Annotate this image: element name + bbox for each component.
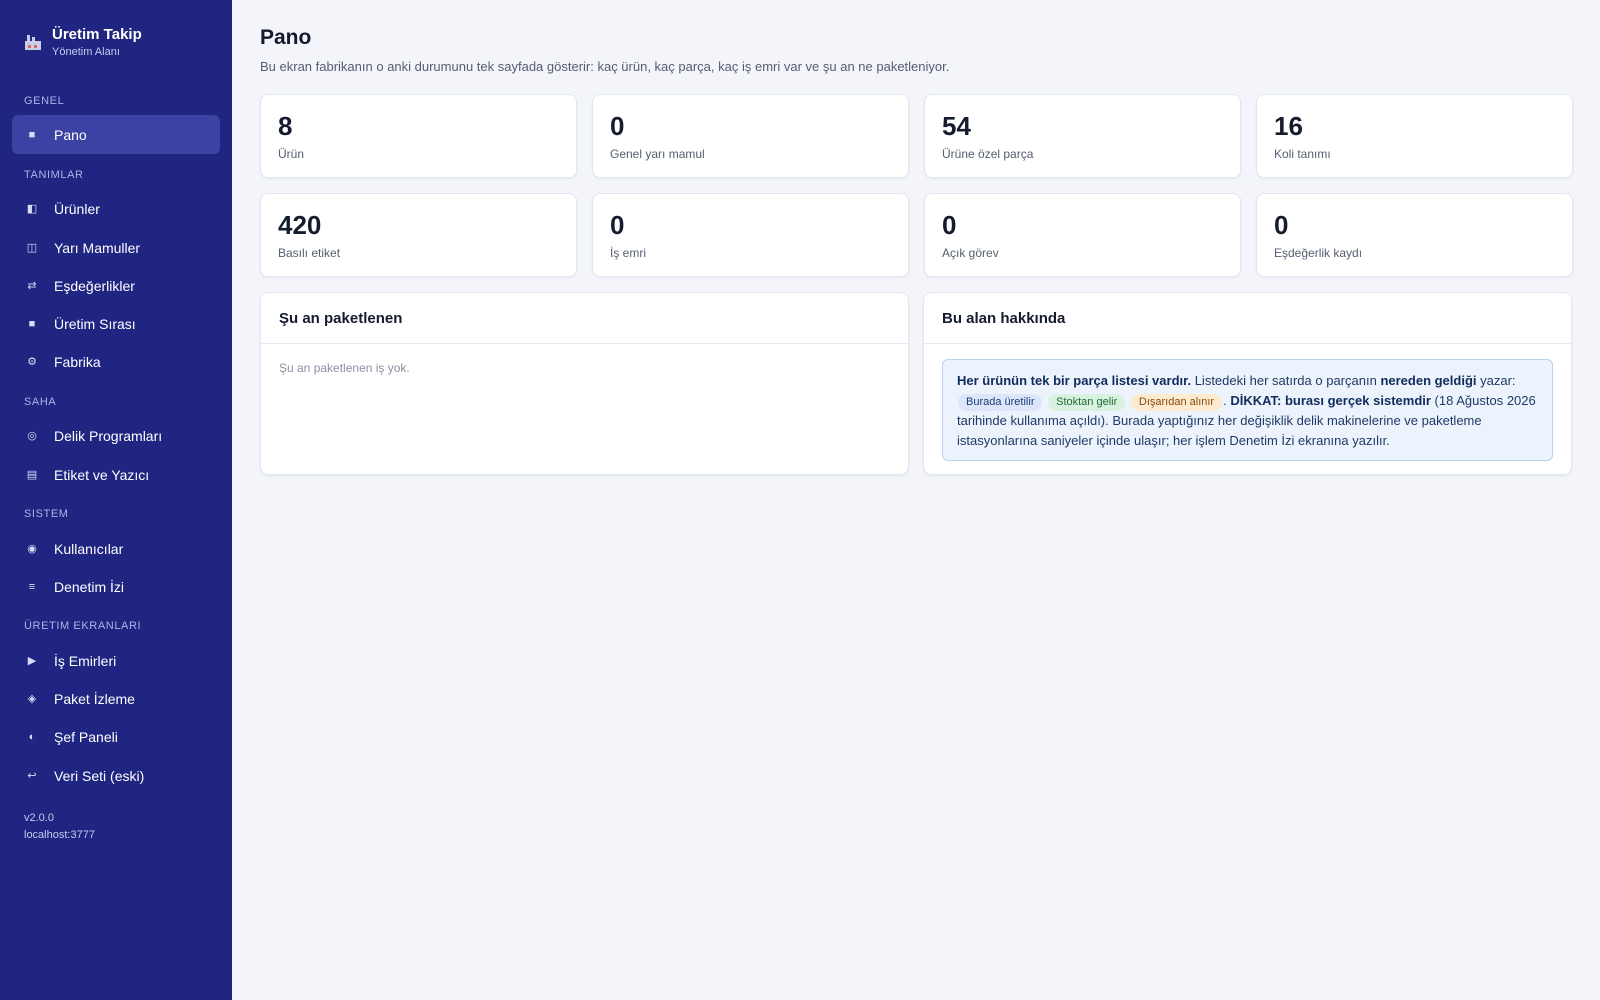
drill-icon: ◎ [27,430,37,442]
info-text: Listedeki her satırda o parçanın [1191,373,1381,388]
stat-label: Ürüne özel parça [942,147,1034,161]
sidebar-item-pano[interactable]: ■ Pano [12,115,220,154]
stat-value: 16 [1274,111,1303,141]
sidebar-item-esdegerlikler[interactable]: ⇄ Eşdeğerlikler [12,266,220,305]
stat-card: 0 Genel yarı mamul [592,94,909,178]
stat-card: 54 Ürüne özel parça [924,94,1241,178]
sidebar-item-denetim-izi[interactable]: ≡ Denetim İzi [12,567,220,606]
sidebar-item-is-emirleri[interactable]: ▶ İş Emirleri [12,641,220,680]
sidebar-item-label: Paket İzleme [54,690,135,707]
host-address: localhost:3777 [24,829,95,841]
sidebar-item-label: Yarı Mamuller [54,239,141,256]
version-info: v2.0.0 localhost:3777 [24,810,95,844]
stat-label: Koli tanımı [1274,147,1331,161]
nav-section-genel: Genel [24,95,65,107]
page-description: Bu ekran fabrikanın o anki durumunu tek … [260,59,950,74]
stat-value: 420 [278,210,322,240]
sidebar-item-label: Eşdeğerlikler [54,277,135,294]
user-icon: ◉ [27,543,37,555]
nav-section-tanimlar: Tanımlar [24,169,84,181]
sidebar-item-label: Şef Paneli [54,728,118,745]
packing-panel: Şu an paketlenen Şu an paketlenen iş yok… [260,292,909,475]
sidebar-item-label: Etiket ve Yazıcı [54,466,150,483]
sidebar-item-yari-mamuller[interactable]: ◫ Yarı Mamuller [12,228,220,267]
sidebar-item-label: Kullanıcılar [54,540,124,557]
sidebar-item-label: Üretim Sırası [54,315,136,332]
sidebar-item-urunler[interactable]: ◧ Ürünler [12,189,220,228]
info-strong: nereden geldiği [1380,373,1477,388]
info-warning: DİKKAT: burası gerçek sistemdir [1230,393,1431,408]
sidebar-item-etiket-yazici[interactable]: ▤ Etiket ve Yazıcı [12,455,220,494]
stat-label: İş emri [610,246,646,260]
sidebar-item-kullanicilar[interactable]: ◉ Kullanıcılar [12,529,220,568]
list-icon: ≡ [28,580,36,593]
stat-label: Basılı etiket [278,246,341,260]
brand[interactable]: Üretim Takip Yönetim Alanı [24,26,142,58]
sidebar-item-label: Pano [54,126,87,143]
source-badge-produced: Burada üretilir [958,394,1043,411]
stat-value: 0 [942,210,957,240]
stat-value: 8 [278,111,293,141]
stat-label: Açık görev [942,246,999,260]
stat-value: 54 [942,111,971,141]
nav-section-saha: Saha [24,396,57,408]
gear-icon: ⚙ [27,356,37,368]
stat-value: 0 [1274,210,1289,240]
nav-section-uretim-ekranlari: Üretim Ekranları [24,620,142,632]
stat-card: 0 İş emri [592,193,909,277]
stat-card: 16 Koli tanımı [1256,94,1573,178]
sidebar-item-label: Veri Seti (eski) [54,767,145,784]
sidebar-item-label: Delik Programları [54,427,163,444]
stat-label: Eşdeğerlik kaydı [1274,246,1363,260]
play-icon: ▶ [27,655,37,667]
sidebar-item-sef-paneli[interactable]: ◐ Şef Paneli [12,717,220,756]
product-icon: ◧ [26,203,38,215]
info-callout: Her ürünün tek bir parça listesi vardır.… [942,359,1553,461]
info-text: yazar: [1476,373,1516,388]
brand-title: Üretim Takip [52,26,142,43]
nav-section-sistem: Sistem [24,508,69,520]
label-icon: ▤ [26,469,38,481]
sidebar-item-uretim-sirasi[interactable]: ■ Üretim Sırası [12,304,220,343]
stat-card: 0 Açık görev [924,193,1241,277]
sequence-icon: ■ [28,317,36,330]
stat-value: 0 [610,210,625,240]
page-title: Pano [260,26,312,49]
back-arrow-icon: ↩ [27,770,37,782]
dashboard-icon: ■ [28,128,36,141]
half-circle-icon: ◐ [28,730,36,743]
panel-title: Şu an paketlenen [261,293,908,344]
sidebar-item-label: Denetim İzi [54,578,125,595]
sidebar-item-fabrika[interactable]: ⚙ Fabrika [12,342,220,381]
version-number: v2.0.0 [24,812,54,824]
stat-card: 8 Ürün [260,94,577,178]
stat-label: Genel yarı mamul [610,147,705,161]
sidebar-item-paket-izleme[interactable]: ◈ Paket İzleme [12,679,220,718]
swap-icon: ⇄ [27,280,37,292]
factory-icon [24,34,42,52]
source-badge-stock: Stoktan gelir [1048,394,1126,411]
brand-subtitle: Yönetim Alanı [52,46,120,58]
stat-label: Ürün [278,147,305,161]
sidebar-item-veri-seti[interactable]: ↩ Veri Seti (eski) [12,756,220,795]
about-panel: Bu alan hakkında Her ürünün tek bir parç… [923,292,1572,475]
sidebar-item-delik-programlari[interactable]: ◎ Delik Programları [12,416,220,455]
stat-card: 420 Basılı etiket [260,193,577,277]
sidebar: Üretim Takip Yönetim Alanı Genel ■ Pano … [0,0,232,1000]
semi-product-icon: ◫ [26,242,38,254]
main-content: Pano Bu ekran fabrikanın o anki durumunu… [232,0,1600,1000]
panel-title: Bu alan hakkında [924,293,1571,344]
package-icon: ◈ [27,693,37,705]
stat-card: 0 Eşdeğerlik kaydı [1256,193,1573,277]
sidebar-item-label: Ürünler [54,200,100,217]
sidebar-item-label: Fabrika [54,353,101,370]
source-badge-external: Dışarıdan alınır [1130,394,1223,411]
info-lead: Her ürünün tek bir parça listesi vardır. [957,373,1192,388]
stat-value: 0 [610,111,625,141]
sidebar-item-label: İş Emirleri [54,652,117,669]
empty-state: Şu an paketlenen iş yok. [279,361,410,375]
